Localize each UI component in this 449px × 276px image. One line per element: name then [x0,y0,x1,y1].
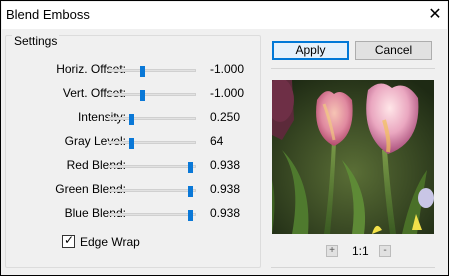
red-blend-value: 0.938 [210,158,241,172]
red-blend-slider[interactable] [108,162,196,173]
zoom-in-button[interactable]: + [326,245,338,257]
horiz-offset-slider[interactable] [108,66,196,77]
gray-level-row: Gray Level: 64 [6,132,262,152]
title-bar: Blend Emboss ✕ [2,2,447,29]
vert-offset-slider-thumb[interactable] [139,90,145,101]
settings-group-label: Settings [12,34,60,48]
zoom-level: 1:1 [352,244,369,258]
red-blend-slider-thumb[interactable] [187,162,193,173]
vert-offset-value: -1.000 [210,86,245,100]
preview-image [272,80,434,234]
edge-wrap-checkbox[interactable]: ✓ [62,233,75,248]
blue-blend-slider[interactable] [108,210,196,221]
gray-level-value: 64 [210,134,224,148]
divider [271,68,435,69]
intensity-row: Intensity: 0.250 [6,108,262,128]
zoom-controls: + 1:1 - [272,244,434,260]
intensity-slider-thumb[interactable] [128,114,134,125]
dialog-client: Settings Horiz. Offset: -1.000 Vert. Offse… [2,29,447,275]
apply-button[interactable]: Apply [272,41,349,60]
edge-wrap-label[interactable]: Edge Wrap [80,235,140,249]
green-blend-value: 0.938 [210,182,241,196]
settings-group: Settings Horiz. Offset: -1.000 Vert. Offse… [5,34,262,268]
blend-emboss-dialog: Blend Emboss ✕ Settings Horiz. Offset: -1… [0,0,449,276]
green-blend-slider-thumb[interactable] [187,186,193,197]
vert-offset-row: Vert. Offset: -1.000 [6,84,262,104]
green-blend-slider[interactable] [108,186,196,197]
intensity-slider[interactable] [108,114,196,125]
green-blend-row: Green Blend: 0.938 [6,180,262,200]
red-blend-row: Red Blend: 0.938 [6,156,262,176]
blue-blend-row: Blue Blend: 0.938 [6,204,262,224]
intensity-value: 0.250 [210,110,241,124]
horiz-offset-value: -1.000 [210,62,245,76]
horiz-offset-row: Horiz. Offset: -1.000 [6,60,262,80]
horiz-offset-slider-thumb[interactable] [139,66,145,77]
blue-blend-slider-thumb[interactable] [187,210,193,221]
zoom-out-button[interactable]: - [379,245,391,257]
window-title: Blend Emboss [6,7,90,22]
cancel-button[interactable]: Cancel [355,41,432,60]
gray-level-slider[interactable] [108,138,196,149]
vert-offset-slider[interactable] [108,90,196,101]
close-icon[interactable]: ✕ [425,5,445,25]
checkmark-icon: ✓ [64,233,75,247]
tulip-photo [272,80,434,234]
gray-level-slider-thumb[interactable] [128,138,134,149]
blue-blend-value: 0.938 [210,206,241,220]
bottom-divider [271,267,435,268]
